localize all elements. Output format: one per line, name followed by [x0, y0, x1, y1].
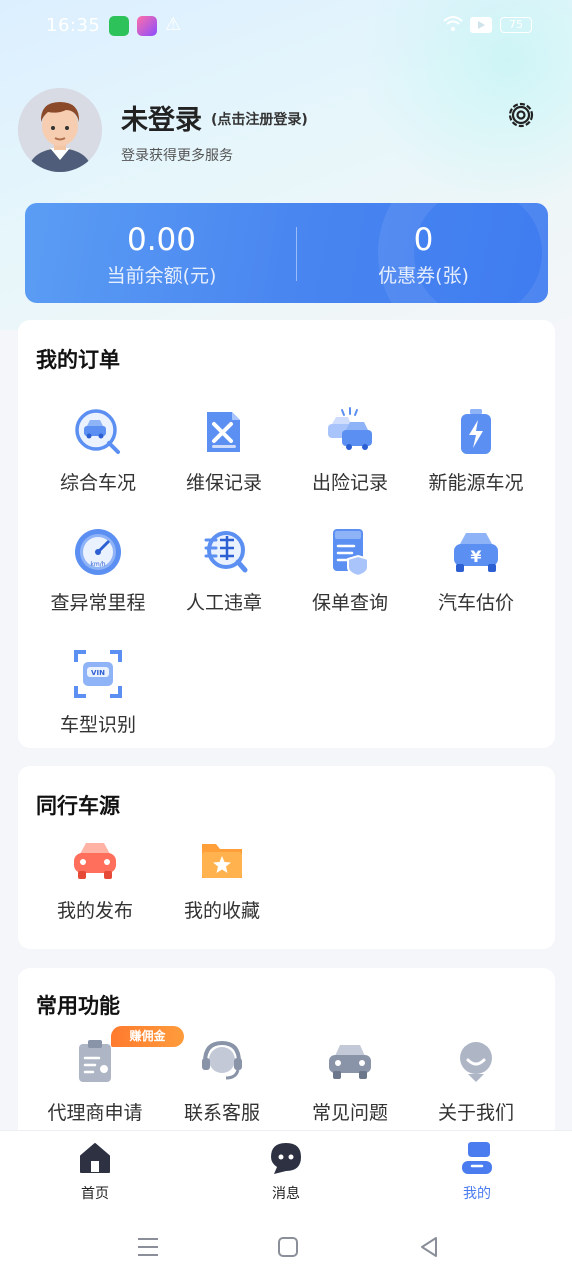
login-title[interactable]: 未登录: [121, 98, 202, 137]
menu-icon[interactable]: [135, 1234, 161, 1260]
favorite-folder-icon: [202, 844, 242, 878]
order-item-accident[interactable]: 出险记录: [287, 406, 413, 495]
common-item-label: 常见问题: [311, 1102, 388, 1124]
svg-text:¥: ¥: [470, 547, 481, 566]
orders-card: 我的订单 综合车况 维保记录 出险记录 新能源车况 km/h 查异常里程 人工违…: [18, 320, 555, 748]
battery-charge-icon: [461, 409, 491, 454]
app-purple-icon: [137, 16, 157, 36]
register-login-link[interactable]: (点击注册登录): [211, 109, 308, 129]
video-icon: [470, 17, 492, 33]
svg-text:VIN: VIN: [91, 669, 105, 677]
car-search-icon: [75, 409, 120, 454]
nav-label: 消息: [272, 1186, 300, 1202]
faq-car-icon: [329, 1045, 371, 1079]
common-item-label: 代理商申请: [47, 1102, 143, 1124]
maintenance-icon: [207, 412, 240, 452]
home-icon: [80, 1143, 110, 1173]
order-item-label: 出险记录: [311, 472, 388, 494]
order-item-ev[interactable]: 新能源车况: [413, 406, 539, 495]
order-item-violation[interactable]: 人工违章: [161, 526, 287, 615]
speedometer-icon: km/h: [75, 529, 121, 575]
order-item-car-condition[interactable]: 综合车况: [35, 406, 161, 495]
status-time: 16:35: [46, 15, 101, 36]
balance-label: 当前余额(元): [106, 265, 217, 287]
orders-title: 我的订单: [36, 348, 120, 372]
order-item-maintenance[interactable]: 维保记录: [161, 406, 287, 495]
order-item-label: 新能源车况: [428, 472, 524, 494]
coupon-count[interactable]: 0 优惠券(张): [293, 221, 548, 288]
nav-label: 我的: [463, 1186, 491, 1202]
order-item-label: 车型识别: [59, 714, 136, 736]
common-item-customer-service[interactable]: 联系客服: [159, 1036, 285, 1125]
app-green-icon: [109, 16, 129, 36]
peer-item-favorites[interactable]: 我的收藏: [159, 834, 285, 923]
commission-badge: 赚佣金: [111, 1026, 184, 1047]
peer-cars-title: 同行车源: [36, 794, 120, 818]
balance-card: 0.00 当前余额(元) 0 优惠券(张): [25, 203, 548, 303]
coupon-label: 优惠券(张): [378, 265, 469, 287]
back-icon[interactable]: [416, 1234, 442, 1260]
common-item-about[interactable]: 关于我们: [413, 1036, 539, 1125]
order-item-policy[interactable]: 保单查询: [287, 526, 413, 615]
battery-icon: 75: [500, 17, 532, 33]
system-nav-bar: [0, 1216, 572, 1280]
avatar[interactable]: [18, 88, 102, 172]
common-item-faq[interactable]: 常见问题: [287, 1036, 413, 1125]
warning-icon: ⚠: [165, 14, 182, 35]
peer-item-label: 我的发布: [56, 900, 133, 922]
status-bar: 16:35 ⚠ 75: [0, 0, 572, 52]
nav-profile[interactable]: 我的: [427, 1141, 527, 1203]
car-publish-icon: [74, 843, 116, 879]
order-item-label: 查异常里程: [50, 592, 146, 614]
coupon-value: 0: [413, 222, 434, 258]
car-price-icon: ¥: [454, 533, 498, 572]
order-item-label: 汽车估价: [437, 592, 514, 614]
peer-item-label: 我的收藏: [183, 900, 260, 922]
balance-amount[interactable]: 0.00 当前余额(元): [31, 221, 292, 288]
nav-label: 首页: [81, 1186, 109, 1202]
common-item-label: 关于我们: [437, 1102, 514, 1124]
about-icon: [460, 1042, 492, 1082]
nav-messages[interactable]: 消息: [236, 1141, 336, 1203]
order-item-label: 综合车况: [59, 472, 136, 494]
customer-service-icon: [202, 1040, 242, 1080]
order-item-label: 保单查询: [311, 592, 388, 614]
policy-icon: [333, 529, 369, 578]
common-item-label: 联系客服: [183, 1102, 260, 1124]
common-item-agent-apply[interactable]: 代理商申请: [32, 1036, 158, 1125]
message-icon: [271, 1143, 301, 1174]
login-subtitle: 登录获得更多服务: [121, 148, 233, 164]
wifi-icon: [443, 16, 463, 31]
balance-value: 0.00: [126, 222, 197, 258]
common-functions-title: 常用功能: [36, 994, 120, 1018]
violation-icon: [204, 531, 248, 573]
peer-cars-card: 同行车源 我的发布 我的收藏: [18, 766, 555, 949]
order-item-mileage[interactable]: km/h 查异常里程: [35, 526, 161, 615]
profile-icon: [462, 1142, 492, 1174]
avatar-illustration: [18, 88, 102, 172]
nav-home[interactable]: 首页: [45, 1141, 145, 1203]
home-square-icon[interactable]: [275, 1234, 301, 1260]
bottom-nav: 首页 消息 我的: [0, 1130, 572, 1216]
gear-icon[interactable]: [506, 100, 536, 130]
order-item-label: 维保记录: [185, 472, 262, 494]
peer-item-publish[interactable]: 我的发布: [32, 834, 158, 923]
accident-icon: [328, 407, 372, 450]
order-item-valuation[interactable]: ¥ 汽车估价: [413, 526, 539, 615]
vin-scan-icon: VIN: [74, 650, 122, 698]
order-item-vin[interactable]: VIN 车型识别: [35, 648, 161, 737]
svg-text:km/h: km/h: [90, 561, 105, 568]
order-item-label: 人工违章: [185, 592, 262, 614]
